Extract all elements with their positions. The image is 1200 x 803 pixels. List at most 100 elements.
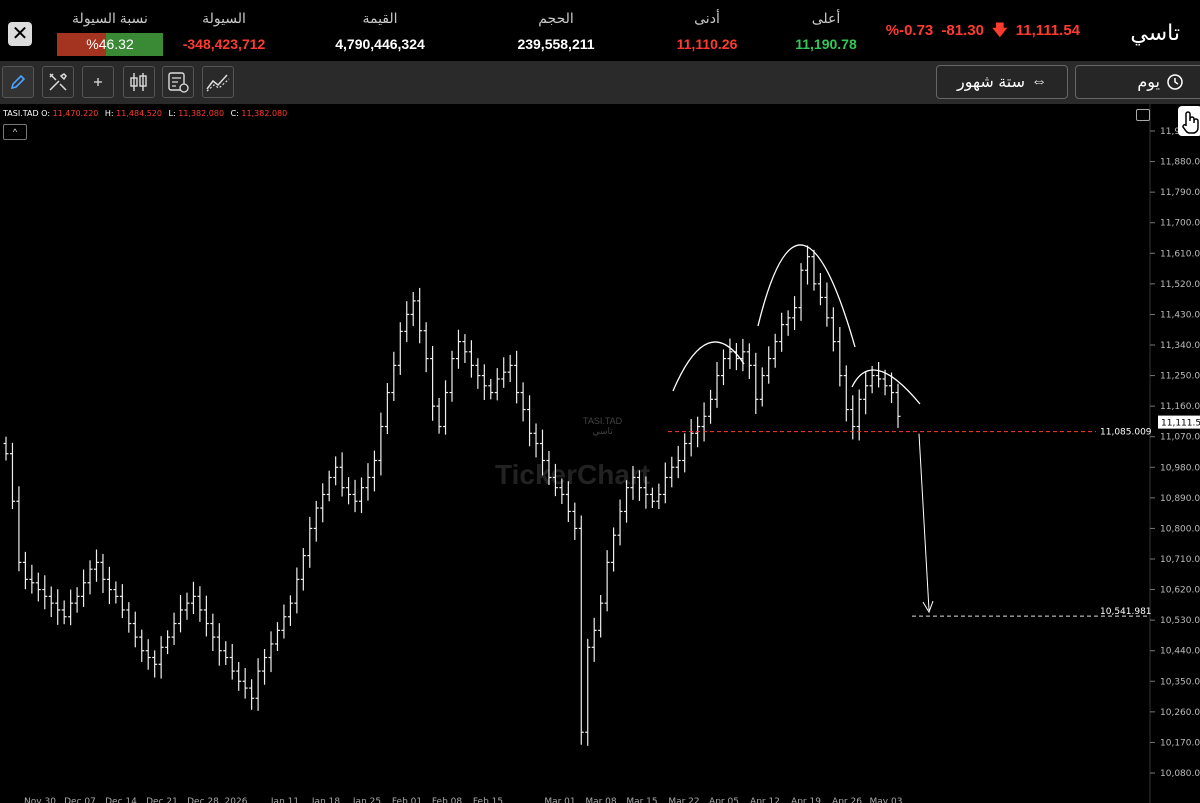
range-selector[interactable]: ستة شهور ⇔: [936, 65, 1068, 99]
crosshair-button[interactable]: [82, 66, 114, 98]
legend-high: 11,484.520: [116, 109, 162, 118]
left-shoulder-arc: [672, 341, 745, 392]
interval-label: يوم: [1137, 74, 1160, 91]
time-tick-label: Mar 01: [544, 797, 575, 803]
draw-tool-button[interactable]: [2, 66, 34, 98]
stat-label: نسبة السيولة: [72, 10, 148, 26]
tools-icon: [49, 73, 67, 91]
stat-liquidity: السيولة -348,423,712: [174, 10, 274, 52]
stat-value: 11,110.26: [676, 36, 738, 52]
stat-label: أعلى: [811, 10, 841, 26]
projection-arrow: [918, 433, 930, 611]
stat-value: 11,190.78: [795, 36, 857, 52]
stat-value-traded: القيمة 4,790,446,324: [320, 10, 440, 52]
stat-value: 239,558,211: [517, 36, 595, 52]
time-tick-label: Dec 14: [105, 797, 137, 803]
stat-value: -348,423,712: [182, 36, 266, 52]
price-tick-label: 10,620.00: [1160, 586, 1200, 596]
ohlc-legend: TASI.TAD O: 11,470.220 H: 11,484.520 L: …: [3, 109, 288, 118]
chart-area[interactable]: TickerChart TASI.TAD تاسي 11,970.0011,88…: [0, 104, 1200, 803]
time-tick-label: Feb 01: [392, 797, 422, 803]
time-tick-label: Apr 26: [832, 797, 862, 803]
stat-label: السيولة: [202, 10, 246, 26]
chevron-up-icon: ^: [12, 127, 18, 137]
time-tick-label: Apr 19: [791, 797, 821, 803]
stat-value: 4,790,446,324: [335, 36, 425, 52]
price-tick-label: 10,170.00: [1160, 738, 1200, 748]
toolbar: ستة شهور ⇔ يوم: [0, 61, 1200, 104]
double-arrow-icon: ⇔: [1031, 73, 1048, 90]
price-tick-label: 11,610.00: [1160, 249, 1200, 259]
arrow-down-icon: 🡇: [992, 22, 1008, 39]
liquidity-ratio-bar: %46.32: [57, 33, 163, 56]
right-shoulder-arc: [851, 369, 921, 405]
chart-type-button[interactable]: [123, 66, 155, 98]
price-tick-label: 10,800.00: [1160, 524, 1200, 534]
price-summary: %-0.73 -81.30 🡇 11,111.54: [882, 20, 1080, 45]
price-tick-label: 10,980.00: [1160, 463, 1200, 473]
scale-settings-button[interactable]: [1178, 106, 1200, 136]
indicator-settings-icon: [168, 72, 189, 93]
change-value: -81.30: [941, 22, 984, 39]
last-price-tag-label: 11,111.54: [1161, 419, 1200, 429]
trend-icon: [206, 74, 230, 92]
fullscreen-icon[interactable]: [1136, 109, 1150, 121]
stat-high: أعلى 11,190.78: [783, 10, 869, 52]
stat-liquidity-ratio: نسبة السيولة %46.32: [57, 10, 163, 56]
legend-symbol: TASI.TAD: [3, 109, 39, 118]
stat-label: القيمة: [362, 10, 398, 26]
time-tick-label: Jan 25: [352, 797, 381, 803]
price-tick-label: 10,350.00: [1160, 677, 1200, 687]
price-tick-label: 10,260.00: [1160, 708, 1200, 718]
close-button[interactable]: ✕: [8, 22, 32, 46]
history-icon: [1167, 74, 1183, 90]
stat-volume: الحجم 239,558,211: [506, 10, 606, 52]
hand-cursor-icon: [1182, 111, 1199, 134]
price-tick-label: 11,340.00: [1160, 341, 1200, 351]
price-tick-label: 11,070.00: [1160, 433, 1200, 443]
stat-label: أدنى: [694, 10, 720, 26]
price-tick-label: 11,160.00: [1160, 402, 1200, 412]
price-tick-label: 11,880.00: [1160, 158, 1200, 168]
stats-bar: ✕ نسبة السيولة %46.32 السيولة -348,423,7…: [0, 0, 1200, 61]
price-tick-label: 10,890.00: [1160, 494, 1200, 504]
time-tick-label: Apr 05: [709, 797, 739, 803]
price-tick-label: 11,430.00: [1160, 310, 1200, 320]
time-tick-label: Mar 08: [585, 797, 617, 803]
price-tick-label: 11,790.00: [1160, 188, 1200, 198]
price-tick-label: 10,710.00: [1160, 555, 1200, 565]
support-label: 11,085.009: [1100, 428, 1152, 438]
tools-button[interactable]: [42, 66, 74, 98]
time-tick-label: Mar 15: [626, 797, 657, 803]
legend-low: 11,382.080: [178, 109, 225, 118]
change-pct: %-0.73: [885, 22, 934, 39]
stat-low: أدنى 11,110.26: [664, 10, 750, 52]
price-axis: [1150, 104, 1200, 803]
time-tick-label: Apr 12: [750, 797, 780, 803]
trend-button[interactable]: [202, 66, 234, 98]
price-tick-label: 11,700.00: [1160, 219, 1200, 229]
close-icon: ✕: [11, 23, 29, 45]
indicators-button[interactable]: [162, 66, 194, 98]
range-label: ستة شهور: [956, 74, 1026, 91]
price-tick-label: 11,520.00: [1160, 280, 1200, 290]
legend-close: 11,382.080: [241, 109, 288, 118]
candles-icon: [130, 73, 147, 91]
price-tick-label: 10,530.00: [1160, 616, 1200, 626]
last-price: 11,111.54: [1015, 22, 1080, 39]
interval-selector[interactable]: يوم: [1075, 65, 1200, 99]
time-tick-label: Feb 08: [432, 797, 463, 803]
target-label: 10,541.981: [1100, 607, 1152, 617]
projection-arrowhead: [922, 600, 934, 614]
price-chart[interactable]: 11,970.0011,880.0011,790.0011,700.0011,6…: [0, 104, 1200, 803]
price-tick-label: 11,250.00: [1160, 372, 1200, 382]
legend-open: 11,470.220: [52, 109, 99, 118]
collapse-legend-button[interactable]: ^: [3, 124, 27, 140]
time-tick-label: 2026: [225, 797, 248, 803]
time-tick-label: May 03: [870, 797, 903, 803]
time-tick-label: Mar 22: [668, 797, 699, 803]
head-arc: [757, 244, 856, 348]
time-tick-label: Dec 07: [64, 797, 96, 803]
stat-label: الحجم: [538, 10, 574, 26]
time-tick-label: Dec 28: [187, 797, 219, 803]
